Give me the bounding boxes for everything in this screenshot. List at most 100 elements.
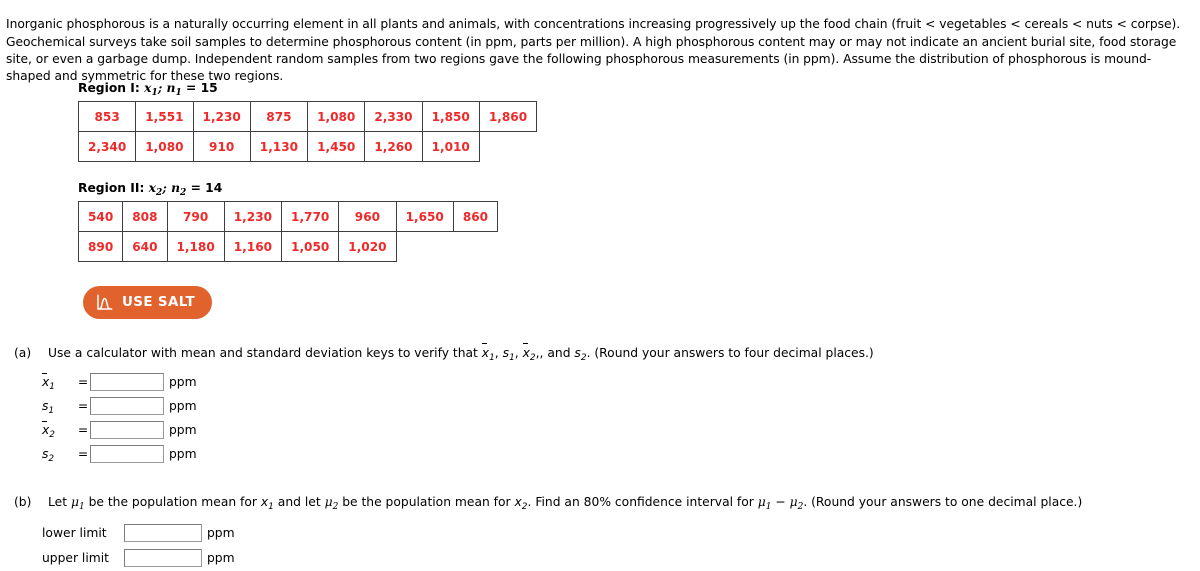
region-2-data-table: 540 808 790 1,230 1,770 960 1,650 860 89…: [77, 201, 499, 262]
part-b-prompt-3: and let: [273, 495, 325, 509]
part-b-prompt-1: Let: [48, 495, 71, 509]
table-cell: 1,050: [281, 231, 340, 262]
table-cell: 1,850: [421, 101, 480, 132]
table-cell: 790: [166, 201, 225, 232]
table-cell: 890: [77, 231, 124, 262]
table-cell: 640: [122, 231, 168, 262]
region-2-caption-prefix: Region II:: [78, 181, 145, 195]
table-cell: 540: [77, 201, 124, 232]
table-row: 853 1,551 1,230 875 1,080 2,330 1,850 1,…: [77, 101, 538, 132]
region-2-variable: x: [148, 180, 157, 195]
table-cell: 1,130: [249, 131, 309, 162]
region-1-block: Region I: x1; n1 = 15 853 1,551 1,230 87…: [77, 80, 538, 162]
use-salt-button[interactable]: USE SALT: [83, 286, 212, 319]
table-cell: 1,010: [421, 131, 480, 162]
table-cell: 960: [338, 201, 397, 232]
part-a-prompt-conjunction: , and: [539, 346, 575, 360]
table-cell-empty: [453, 232, 497, 262]
region-1-caption-prefix: Region I:: [78, 81, 140, 95]
problem-statement: Inorganic phosphorous is a naturally occ…: [6, 17, 1181, 83]
answer-label-xbar1: x1: [42, 373, 55, 392]
region-1-n-value: = 15: [186, 81, 218, 95]
answer-row-s1: s1 = ppm: [14, 395, 1194, 417]
part-b-prompt-5: . Find an 80% confidence interval for: [527, 495, 758, 509]
table-cell: 1,260: [364, 131, 423, 162]
region-2-block: Region II: x2; n2 = 14 540 808 790 1,230…: [77, 180, 499, 262]
lower-limit-label: lower limit: [42, 525, 107, 540]
part-a-answers: x1 = ppm s1 = ppm x2 = ppm s2 = ppm: [14, 371, 1194, 465]
table-cell: 1,020: [338, 231, 397, 262]
upper-limit-input[interactable]: [124, 548, 202, 567]
equals-sign: =: [77, 447, 89, 461]
region-1-data-table: 853 1,551 1,230 875 1,080 2,330 1,850 1,…: [77, 101, 538, 162]
answer-row-upper-limit: upper limit ppm: [14, 546, 1194, 569]
xbar2-input[interactable]: [90, 421, 164, 439]
table-row: 890 640 1,180 1,160 1,050 1,020: [77, 231, 498, 262]
table-cell: 1,230: [192, 101, 251, 132]
part-b-answers: lower limit ppm upper limit ppm: [14, 521, 1194, 569]
xbar1-input[interactable]: [90, 373, 164, 391]
unit-label: ppm: [169, 399, 197, 413]
table-cell: 1,650: [395, 201, 454, 232]
lower-limit-input[interactable]: [124, 523, 202, 542]
table-cell: 853: [77, 101, 137, 132]
part-a-header: (a) Use a calculator with mean and stand…: [14, 343, 1194, 364]
answer-row-lower-limit: lower limit ppm: [14, 521, 1194, 544]
table-cell: 1,180: [166, 231, 225, 262]
table-cell-empty: [396, 232, 453, 262]
unit-label: ppm: [169, 447, 197, 461]
answer-row-xbar1: x1 = ppm: [14, 371, 1194, 393]
answer-row-xbar2: x2 = ppm: [14, 419, 1194, 441]
table-cell: 1,450: [307, 131, 366, 162]
table-cell: 1,160: [223, 231, 283, 262]
equals-sign: =: [77, 375, 89, 389]
table-cell: 1,230: [223, 201, 283, 232]
region-2-n-sub: 2: [180, 187, 187, 198]
unit-label: ppm: [169, 375, 197, 389]
part-a: (a) Use a calculator with mean and stand…: [14, 343, 1194, 467]
part-b-header: (b) Let μ1 be the population mean for x1…: [14, 494, 1194, 513]
table-cell: 808: [122, 201, 168, 232]
table-cell: 1,860: [478, 101, 538, 132]
answer-label-s2: s2: [42, 447, 55, 464]
region-2-n-value: = 14: [190, 181, 223, 195]
table-cell: 1,770: [281, 201, 340, 232]
equals-sign: =: [77, 423, 89, 437]
table-cell: 875: [249, 101, 309, 132]
unit-label: ppm: [207, 525, 235, 540]
normal-curve-icon: [96, 294, 113, 311]
part-b-prompt: Let μ1 be the population mean for x1 and…: [48, 495, 1083, 512]
part-b-prompt-6: . (Round your answers to one decimal pla…: [803, 495, 1083, 509]
table-cell: 1,080: [307, 101, 366, 132]
region-2-caption-sep: ;: [162, 180, 167, 195]
part-b-prompt-2: be the population mean for: [84, 495, 261, 509]
table-cell: 2,340: [77, 131, 137, 162]
unit-label: ppm: [169, 423, 197, 437]
s2-input[interactable]: [90, 445, 164, 463]
unit-label: ppm: [207, 550, 235, 565]
table-cell: 1,080: [135, 131, 194, 162]
region-1-variable-sub: 1: [151, 87, 158, 98]
region-1-caption-sep: ;: [157, 80, 163, 95]
answer-label-xbar2: x2: [42, 421, 55, 440]
table-row: 540 808 790 1,230 1,770 960 1,650 860: [77, 201, 499, 232]
table-cell: 2,330: [364, 101, 423, 132]
table-cell: 1,551: [135, 101, 194, 132]
region-2-n: n: [171, 180, 181, 195]
part-a-prompt: Use a calculator with mean and standard …: [48, 343, 874, 363]
table-row: 2,340 1,080 910 1,130 1,450 1,260 1,010: [77, 131, 537, 162]
part-a-prompt-start: Use a calculator with mean and standard …: [48, 346, 482, 360]
part-b-label: (b): [14, 495, 32, 509]
table-cell: 860: [452, 201, 499, 232]
use-salt-label: USE SALT: [122, 295, 195, 310]
s1-input[interactable]: [90, 397, 164, 415]
table-cell-empty: [479, 132, 536, 162]
part-a-prompt-end: . (Round your answers to four decimal pl…: [586, 346, 874, 360]
region-2-caption: Region II: x2; n2 = 14: [78, 180, 498, 198]
part-a-label: (a): [14, 346, 32, 360]
answer-label-s1: s1: [42, 399, 55, 416]
equals-sign: =: [77, 399, 89, 413]
upper-limit-label: upper limit: [42, 550, 109, 565]
part-b: (b) Let μ1 be the population mean for x1…: [14, 494, 1194, 571]
region-1-n-sub: 1: [175, 87, 182, 98]
